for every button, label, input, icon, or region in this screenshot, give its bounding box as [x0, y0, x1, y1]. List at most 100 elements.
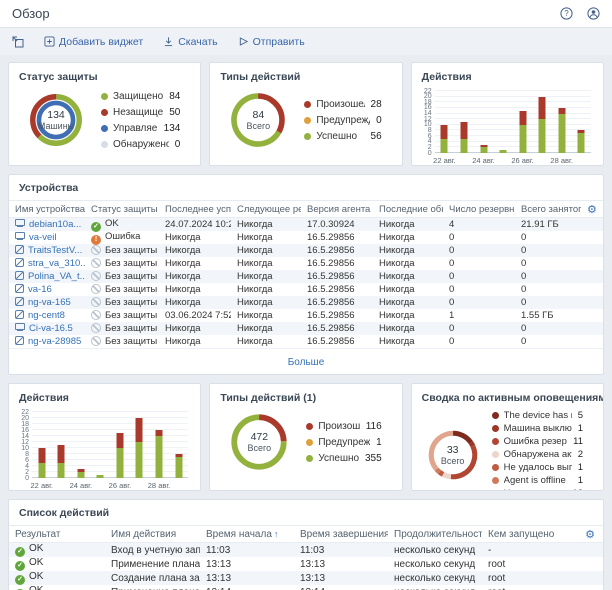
total-size-cell: 0 [515, 271, 581, 282]
donut-center: 472 Всего [226, 409, 292, 475]
col-last-backup[interactable]: Последнее успе... [159, 204, 231, 215]
table-row[interactable]: Polina_VA_t... Без защиты Никогда Никогд… [9, 270, 603, 283]
col-backups-count[interactable]: Число резервн... [443, 204, 515, 215]
fullscreen-icon[interactable] [12, 36, 24, 48]
table-row[interactable]: OK Применение плана за... 13:14 13:14 не… [9, 585, 603, 590]
more-link[interactable]: Больше [288, 357, 325, 368]
table-row[interactable]: stra_va_310... Без защиты Никогда Никогд… [9, 257, 603, 270]
action-name-cell: Применение плана за... [105, 587, 200, 590]
widget-actions-chart-2: Действия 024681012141618202222 авг.24 ав… [8, 383, 201, 491]
table-row[interactable]: ng-cent8 Без защиты 03.06.2024 7:52 Нико… [9, 309, 603, 322]
col-agent-version[interactable]: Версия агента [301, 204, 373, 215]
device-name-link[interactable]: va-veil [29, 232, 56, 243]
started-by-cell: root [482, 559, 576, 570]
action-types-donut-row: 84 Всего Произошел сбой 28 Предупреждени… [210, 86, 401, 152]
send-button[interactable]: Отправить [238, 36, 305, 48]
device-name-link[interactable]: ng-va-28985 [28, 336, 81, 347]
action-types-legend: Произошел сбой 28 Предупреждение 0 Успеш… [304, 96, 391, 144]
device-name-link[interactable]: debian10a... [29, 219, 81, 230]
last-backup-cell: 03.06.2024 7:52 [159, 310, 231, 321]
download-button[interactable]: Скачать [163, 36, 217, 48]
help-icon[interactable]: ? [560, 7, 573, 20]
table-row[interactable]: va-16 Без защиты Никогда Никогда 16.5.29… [9, 283, 603, 296]
last-update-cell: Никогда [373, 271, 443, 282]
legend-item: Произошел сбой 28 [304, 96, 381, 112]
end-time-cell: 11:03 [294, 545, 388, 556]
legend-dot [492, 464, 499, 471]
actions-table-body: OK Вход в учетную запис... 11:03 11:03 н… [9, 543, 603, 590]
alerts-donut-chart: 33 Всего [424, 426, 482, 484]
table-row[interactable]: va-veil Ошибка Никогда Никогда 16.5.2985… [9, 231, 603, 244]
table-row[interactable]: ng-va-28985 Без защиты Никогда Никогда 1… [9, 335, 603, 348]
col-protection-status[interactable]: Статус защиты [85, 204, 159, 215]
gear-icon[interactable]: ⚙ [585, 529, 595, 541]
table-row[interactable]: OK Применение плана за... 13:13 13:13 не… [9, 557, 603, 571]
table-row[interactable]: debian10a... OK 24.07.2024 10:22 Никогда… [9, 218, 603, 231]
device-name-link[interactable]: Polina_VA_t... [28, 271, 85, 282]
result-cell: OK [9, 585, 105, 590]
last-backup-cell: Никогда [159, 232, 231, 243]
col-device-name[interactable]: Имя устройства [9, 204, 85, 215]
device-type-icon [15, 245, 24, 254]
device-name-link[interactable]: Ci-va-16.5 [29, 323, 73, 334]
widget-action-types: Типы действий 84 Всего Произошел сбой 28 [209, 62, 402, 166]
agent-version-cell: 16.5.29856 [301, 323, 373, 334]
agent-version-cell: 16.5.29856 [301, 297, 373, 308]
account-icon[interactable] [587, 7, 600, 20]
table-row[interactable]: OK Вход в учетную запис... 11:03 11:03 н… [9, 543, 603, 557]
add-widget-button[interactable]: Добавить виджет [44, 36, 143, 48]
widget-title: Сводка по активным оповещениям [412, 384, 603, 407]
next-backup-cell: Никогда [231, 258, 301, 269]
backups-count-cell: 4 [443, 219, 515, 230]
legend-dot [492, 438, 499, 445]
col-next-backup[interactable]: Следующее рез... [231, 204, 301, 215]
col-end-time[interactable]: Время завершения [294, 529, 388, 540]
col-action-name[interactable]: Имя действия [105, 529, 200, 540]
actions-list-table: Результат Имя действия Время начала↑ Вре… [9, 526, 603, 590]
col-last-update[interactable]: Последние обн... [373, 204, 443, 215]
legend-item: Ошибка резервно... 11 [492, 435, 583, 448]
table-row[interactable]: OK Создание плана защи... 13:13 13:13 не… [9, 571, 603, 585]
next-backup-cell: Никогда [231, 232, 301, 243]
action-name-cell: Применение плана за... [105, 559, 200, 570]
devices-gear-cell: ⚙ [581, 203, 603, 216]
backups-count-cell: 0 [443, 245, 515, 256]
legend-item: Незащищенные 50 [101, 104, 180, 120]
next-backup-cell: Никогда [231, 297, 301, 308]
backups-count-cell: 0 [443, 284, 515, 295]
result-cell: OK [9, 543, 105, 557]
table-row[interactable]: ng-va-165 Без защиты Никогда Никогда 16.… [9, 296, 603, 309]
legend-dot [492, 451, 499, 458]
device-name-link[interactable]: TraitsTestV... [28, 245, 82, 256]
protection-donut-chart: 134 Машины [25, 89, 87, 151]
device-name-link[interactable]: va-16 [28, 284, 52, 295]
device-name-link[interactable]: ng-va-165 [28, 297, 71, 308]
devices-table-header: Имя устройства Статус защиты Последнее у… [9, 201, 603, 218]
table-row[interactable]: Ci-va-16.5 Без защиты Никогда Никогда 16… [9, 322, 603, 335]
action-types-donut-chart: 84 Всего [226, 88, 290, 152]
col-duration[interactable]: Продолжительность [388, 529, 482, 540]
device-name-link[interactable]: stra_va_310... [28, 258, 85, 269]
device-type-icon [15, 323, 25, 330]
last-update-cell: Никогда [373, 258, 443, 269]
device-name-link[interactable]: ng-cent8 [28, 310, 65, 321]
col-result[interactable]: Результат [9, 529, 105, 540]
device-name-cell: ng-va-28985 [9, 336, 85, 347]
legend-item: Успешно 56 [304, 128, 381, 144]
col-start-time[interactable]: Время начала↑ [200, 529, 294, 540]
widget-protection-status: Статус защиты 134 Машины Защищено 84 [8, 62, 201, 166]
total-size-cell: 1.55 ГБ [515, 310, 581, 321]
backups-count-cell: 0 [443, 297, 515, 308]
table-row[interactable]: TraitsTestV... Без защиты Никогда Никогд… [9, 244, 603, 257]
actions-bar-chart-2: 024681012141618202222 авг.24 авг.26 авг.… [9, 407, 200, 491]
end-time-cell: 13:14 [294, 587, 388, 590]
col-started-by[interactable]: Кем запущено [482, 529, 576, 540]
legend-dot [492, 412, 499, 419]
start-time-cell: 13:13 [200, 559, 294, 570]
gear-icon[interactable]: ⚙ [587, 204, 597, 216]
col-total-size[interactable]: Всего занятого ... [515, 204, 581, 215]
page-title: Обзор [12, 6, 50, 21]
legend-item: Обнаружена акти... 2 [492, 448, 583, 461]
device-type-icon [15, 271, 24, 280]
legend-dot [306, 455, 313, 462]
